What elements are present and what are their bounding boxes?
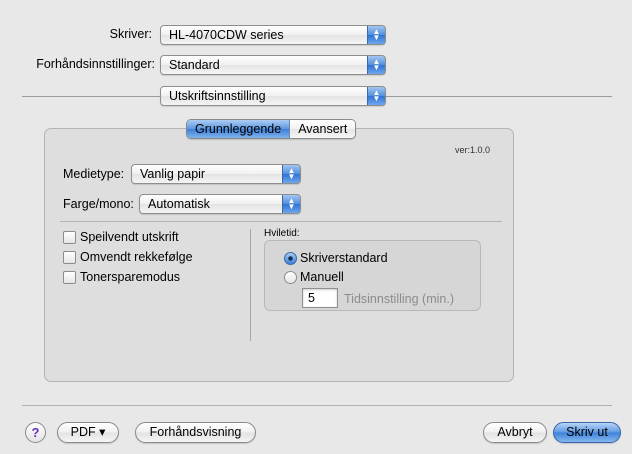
toner-save-checkbox[interactable] <box>63 271 76 284</box>
toner-save-label: Tonersparemodus <box>80 270 181 284</box>
sleep-time-unit-label: Tidsinnstilling (min.) <box>344 292 454 306</box>
panel-divider <box>60 221 502 222</box>
print-button[interactable]: Skriv ut <box>553 422 621 443</box>
tab-bar: Grunnleggende Avansert <box>186 119 357 139</box>
up-down-arrows-icon: ▲ ▼ <box>367 56 385 74</box>
media-type-value: Vanlig papir <box>140 167 206 181</box>
help-icon[interactable]: ? <box>25 422 46 443</box>
reverse-order-checkbox[interactable] <box>63 251 76 264</box>
reverse-order-label: Omvendt rekkefølge <box>80 250 193 264</box>
up-down-arrows-icon: ▲ ▼ <box>282 165 300 183</box>
sleep-time-title: Hviletid: <box>264 228 300 239</box>
media-type-label: Medietype: <box>63 167 125 181</box>
tab-basic[interactable]: Grunnleggende <box>187 120 291 138</box>
manual-label: Manuell <box>300 270 344 284</box>
printer-popup-value: HL-4070CDW series <box>169 28 284 42</box>
mirror-print-checkbox[interactable] <box>63 231 76 244</box>
manual-radio[interactable] <box>284 271 297 284</box>
tab-advanced[interactable]: Avansert <box>290 120 356 138</box>
mirror-print-label: Speilvendt utskrift <box>80 230 179 244</box>
media-type-popup[interactable]: Vanlig papir ▲ ▼ <box>131 164 301 184</box>
printer-popup[interactable]: HL-4070CDW series ▲ ▼ <box>160 25 386 45</box>
footer-divider <box>22 405 612 406</box>
printer-default-label: Skriverstandard <box>300 251 388 265</box>
sleep-time-input[interactable]: 5 <box>302 288 338 308</box>
section-popup[interactable]: Utskriftsinnstilling ▲ ▼ <box>160 86 386 106</box>
section-divider-left <box>22 96 160 97</box>
panel-vertical-divider <box>250 229 251 341</box>
printer-label: Skriver: <box>109 27 152 41</box>
color-mode-value: Automatisk <box>148 197 210 211</box>
section-popup-value: Utskriftsinnstilling <box>169 89 266 103</box>
pdf-menu-button[interactable]: PDF ▾ <box>57 422 119 443</box>
presets-label: Forhåndsinnstillinger: <box>36 57 155 71</box>
printer-default-radio[interactable] <box>284 252 297 265</box>
color-mode-popup[interactable]: Automatisk ▲ ▼ <box>139 194 301 214</box>
presets-popup[interactable]: Standard ▲ ▼ <box>160 55 386 75</box>
up-down-arrows-icon: ▲ ▼ <box>367 26 385 44</box>
up-down-arrows-icon: ▲ ▼ <box>367 87 385 105</box>
preview-button[interactable]: Forhåndsvisning <box>135 422 256 443</box>
cancel-button[interactable]: Avbryt <box>483 422 547 443</box>
color-mode-label: Farge/mono: <box>63 197 134 211</box>
up-down-arrows-icon: ▲ ▼ <box>282 195 300 213</box>
version-label: ver:1.0.0 <box>455 145 491 155</box>
presets-popup-value: Standard <box>169 58 220 72</box>
section-divider-right <box>386 96 612 97</box>
